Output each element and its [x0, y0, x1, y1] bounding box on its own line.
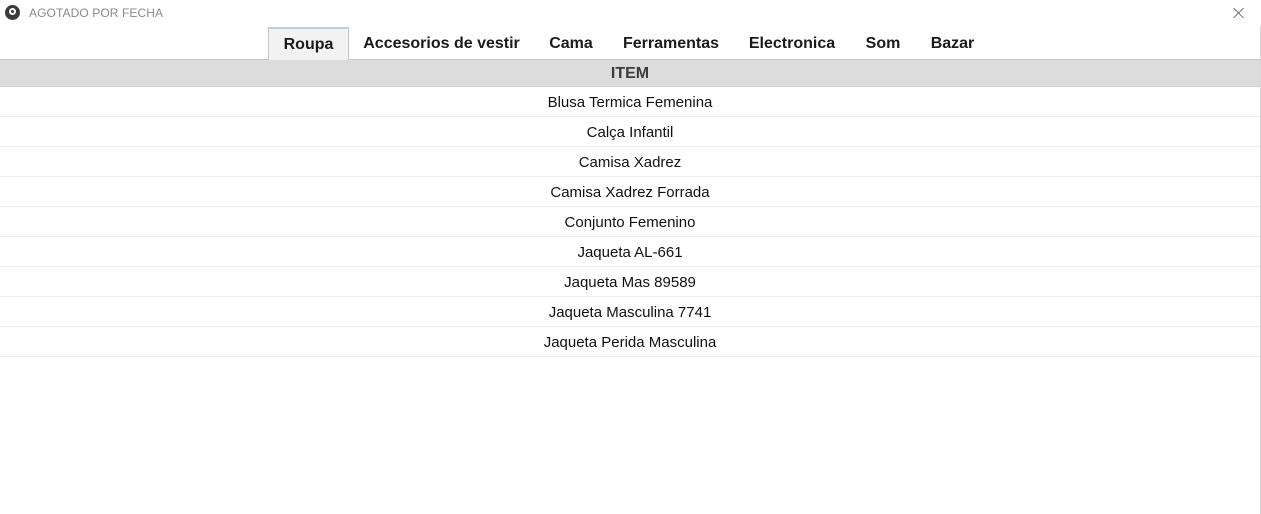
tab-som[interactable]: Som [858, 27, 908, 60]
table-row[interactable]: Jaqueta AL-661 [0, 237, 1260, 267]
title-bar: AGOTADO POR FECHA [0, 0, 1261, 26]
tab-electronica[interactable]: Electronica [740, 27, 844, 60]
table-row[interactable]: Camisa Xadrez Forrada [0, 177, 1260, 207]
table-row[interactable]: Conjunto Femenino [0, 207, 1260, 237]
tab-accesorios-de-vestir[interactable]: Accesorios de vestir [355, 27, 528, 60]
tab-roupa[interactable]: Roupa [268, 27, 349, 60]
tab-bazar[interactable]: Bazar [921, 27, 984, 60]
table-row[interactable]: Calça Infantil [0, 117, 1260, 147]
items-table: ITEM Blusa Termica Femenina Calça Infant… [0, 60, 1260, 357]
close-icon[interactable] [1226, 2, 1252, 24]
window-title: AGOTADO POR FECHA [29, 6, 164, 20]
table-row[interactable]: Jaqueta Masculina 7741 [0, 297, 1260, 327]
app-logo-icon [5, 5, 20, 20]
table-row[interactable]: Camisa Xadrez [0, 147, 1260, 177]
app-window: AGOTADO POR FECHA Roupa Accesorios de ve… [0, 0, 1261, 514]
table-row[interactable]: Jaqueta Mas 89589 [0, 267, 1260, 297]
table-row[interactable]: Blusa Termica Femenina [0, 87, 1260, 117]
tab-ferramentas[interactable]: Ferramentas [613, 27, 729, 60]
column-header-item[interactable]: ITEM [0, 60, 1260, 87]
table-row[interactable]: Jaqueta Perida Masculina [0, 327, 1260, 357]
tab-cama[interactable]: Cama [540, 27, 602, 60]
